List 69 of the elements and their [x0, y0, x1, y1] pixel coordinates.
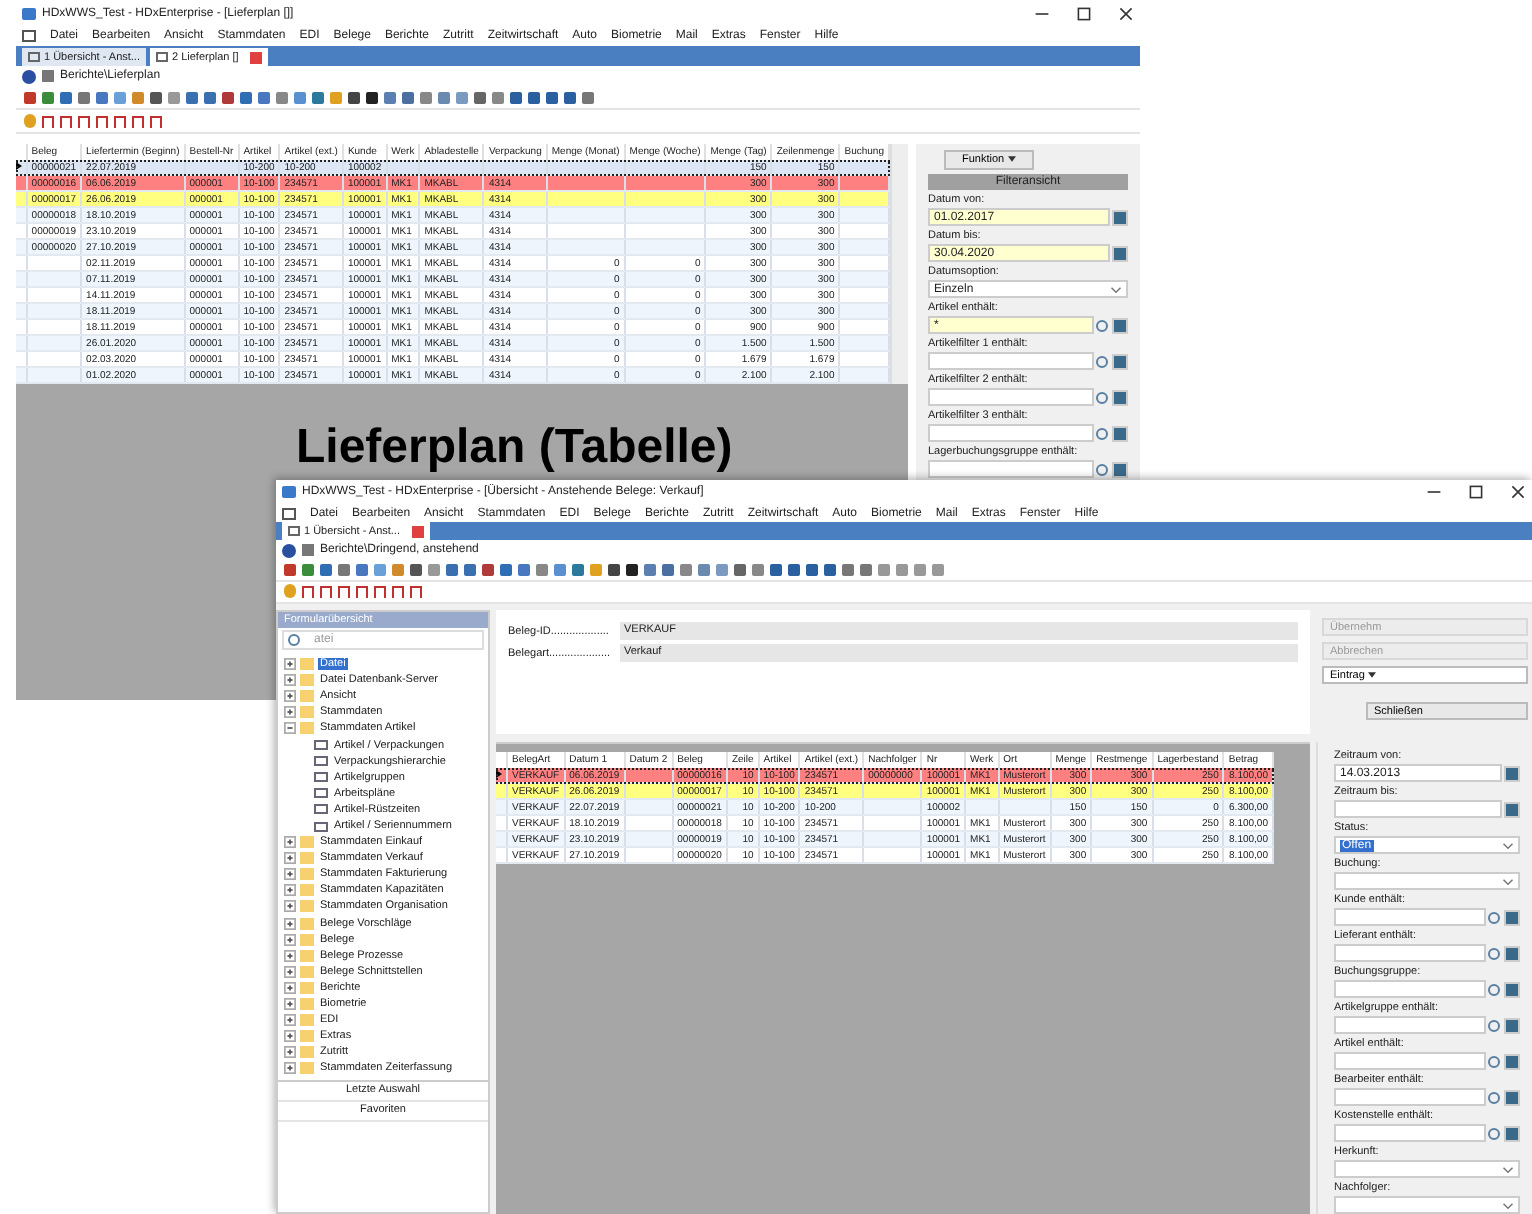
search-icon[interactable] [1488, 947, 1500, 960]
search-icon[interactable] [1096, 355, 1108, 367]
expander-icon[interactable] [284, 868, 296, 881]
current-row-icon [496, 769, 502, 778]
search-icon[interactable] [1488, 911, 1500, 924]
search-icon[interactable] [1096, 463, 1108, 475]
chevron-down-icon [1502, 1165, 1514, 1174]
expander-icon[interactable] [284, 965, 296, 978]
caret-icon [1007, 156, 1016, 162]
input-field[interactable] [1334, 980, 1486, 999]
chevron-down-icon [1110, 285, 1122, 293]
expander-icon[interactable] [284, 674, 296, 687]
chevron-down-icon [1502, 877, 1514, 886]
calendar-icon[interactable] [1504, 801, 1520, 818]
close-icon[interactable] [1510, 484, 1526, 500]
scrollbar[interactable] [890, 144, 908, 384]
expander-icon[interactable] [284, 981, 296, 994]
caret-icon [1367, 671, 1376, 678]
input-field[interactable] [1334, 944, 1486, 963]
calendar-icon[interactable] [1504, 765, 1520, 782]
window-menu-icon[interactable] [22, 30, 36, 42]
expander-icon[interactable] [284, 917, 296, 930]
chevron-down-icon [1502, 1201, 1514, 1210]
expander-icon[interactable] [284, 933, 296, 946]
window-menu-icon[interactable] [282, 507, 296, 520]
expander-icon[interactable] [284, 852, 296, 865]
search-icon[interactable] [1096, 427, 1108, 439]
expander-icon[interactable] [284, 998, 296, 1011]
app-icon [282, 486, 296, 498]
input-field[interactable] [1334, 1016, 1486, 1035]
search-icon[interactable] [1488, 1091, 1500, 1104]
expander-icon[interactable] [284, 836, 296, 849]
close-icon[interactable] [1118, 5, 1134, 21]
expander-icon[interactable] [284, 658, 296, 671]
expander-icon[interactable] [284, 722, 296, 735]
expander-icon[interactable] [284, 1062, 296, 1075]
expander-icon[interactable] [284, 1030, 296, 1043]
search-icon[interactable] [1488, 1055, 1500, 1068]
input-field[interactable] [1334, 1124, 1486, 1143]
input-field[interactable] [928, 424, 1094, 442]
current-row-icon [16, 161, 22, 169]
app-icon [22, 7, 36, 19]
input-field[interactable] [1334, 1052, 1486, 1071]
globe-icon[interactable] [282, 543, 296, 558]
input-field[interactable] [1334, 1088, 1486, 1107]
input-field[interactable] [928, 388, 1094, 406]
globe-icon[interactable] [22, 69, 36, 83]
expander-icon[interactable] [284, 949, 296, 962]
input-field[interactable] [1334, 908, 1486, 927]
search-icon[interactable] [1096, 319, 1108, 331]
maximize-icon[interactable] [1076, 5, 1092, 21]
search-icon[interactable] [1488, 983, 1500, 996]
search-icon[interactable] [1488, 1127, 1500, 1140]
expander-icon[interactable] [284, 706, 296, 719]
calendar-icon[interactable] [1112, 209, 1128, 225]
expander-icon[interactable] [284, 690, 296, 703]
search-icon[interactable] [1096, 391, 1108, 403]
expander-icon[interactable] [284, 1046, 296, 1059]
input-field[interactable] [1334, 800, 1502, 819]
expander-icon[interactable] [284, 1014, 296, 1027]
expander-icon[interactable] [284, 884, 296, 897]
search-icon[interactable] [1488, 1019, 1500, 1032]
expander-icon[interactable] [284, 900, 296, 913]
input-field[interactable] [928, 460, 1094, 478]
chevron-down-icon [1502, 841, 1514, 850]
input-field[interactable] [928, 352, 1094, 370]
caption: Lieferplan (Tabelle) [296, 420, 735, 476]
calendar-icon[interactable] [1112, 245, 1128, 261]
maximize-icon[interactable] [1468, 484, 1484, 500]
